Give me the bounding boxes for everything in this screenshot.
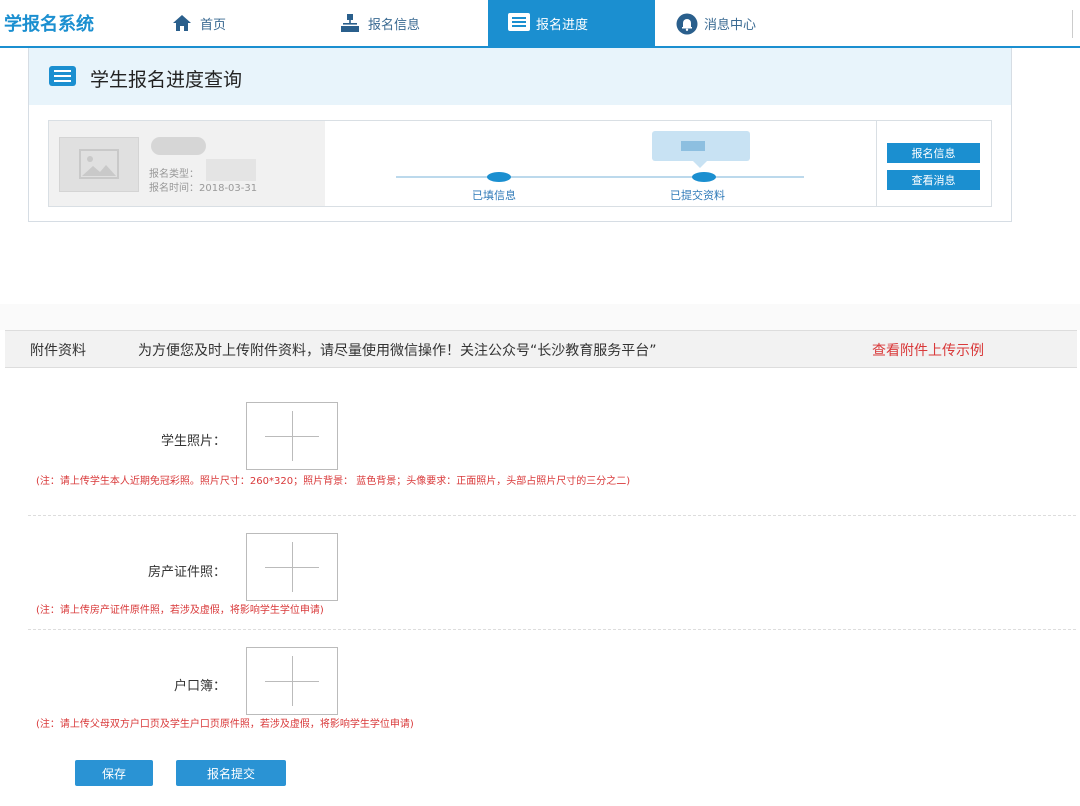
brand-title: 学报名系统 bbox=[4, 14, 94, 35]
list-settings-icon bbox=[49, 66, 76, 86]
sitemap-icon bbox=[340, 13, 360, 33]
upload-student-photo[interactable] bbox=[246, 402, 338, 470]
section-separator bbox=[0, 304, 1080, 330]
tooltip-arrow bbox=[693, 161, 707, 168]
field-label-student-photo: 学生照片： bbox=[160, 434, 226, 449]
student-name-blurred bbox=[151, 137, 206, 155]
list-icon bbox=[508, 13, 530, 33]
nav-label-registration-progress: 报名进度 bbox=[536, 17, 589, 33]
note-property-certificate: (注：请上传房产证件原件照，若涉及虚假，将影响学生学位申请) bbox=[36, 605, 324, 616]
image-icon bbox=[79, 149, 119, 179]
submit-registration-button[interactable]: 报名提交 bbox=[176, 760, 286, 786]
page-title: 学生报名进度查询 bbox=[90, 69, 243, 91]
nav-item-home[interactable]: 首页 bbox=[172, 0, 292, 46]
step-label-filled: 已填信息 bbox=[472, 189, 516, 202]
registration-type-blurred bbox=[206, 159, 256, 181]
registration-info-button[interactable]: 报名信息 bbox=[887, 143, 980, 163]
home-icon bbox=[172, 13, 192, 33]
nav-item-registration-info[interactable]: 报名信息 bbox=[340, 0, 480, 46]
field-label-property-certificate: 房产证件照： bbox=[147, 565, 226, 580]
upload-example-link[interactable]: 查看附件上传示例 bbox=[872, 340, 984, 360]
nav-label-message-center: 消息中心 bbox=[704, 17, 757, 33]
field-label-household-register: 户口簿： bbox=[173, 679, 226, 694]
nav-item-message-center[interactable]: 消息中心 bbox=[676, 0, 816, 46]
upload-property-certificate[interactable] bbox=[246, 533, 338, 601]
attachments-title: 附件资料 bbox=[30, 343, 86, 359]
step-dot-1 bbox=[487, 172, 511, 182]
upload-household-register[interactable] bbox=[246, 647, 338, 715]
field-divider-1 bbox=[28, 515, 1076, 516]
note-household-register: (注：请上传父母双方户口页及学生户口页原件照，若涉及虚假，将影响学生学位申请) bbox=[36, 719, 414, 730]
wechat-tip: 为方便您及时上传附件资料，请尽量使用微信操作！关注公众号“长沙教育服务平台” bbox=[138, 343, 657, 359]
step-dot-2 bbox=[692, 172, 716, 182]
nav-label-registration-info: 报名信息 bbox=[368, 17, 421, 33]
nav-divider bbox=[1072, 10, 1073, 38]
progress-track bbox=[396, 176, 804, 178]
view-messages-button[interactable]: 查看消息 bbox=[887, 170, 980, 190]
field-divider-2 bbox=[28, 629, 1076, 630]
tooltip-blurred-content bbox=[681, 141, 705, 151]
card-divider bbox=[876, 121, 877, 206]
note-student-photo: (注：请上传学生本人近期免冠彩照。照片尺寸：260*320；照片背景： 蓝色背景… bbox=[36, 476, 631, 487]
nav-item-registration-progress[interactable]: 报名进度 bbox=[488, 0, 655, 46]
student-photo-placeholder bbox=[59, 137, 139, 192]
registration-type-label: 报名类型： bbox=[149, 169, 199, 180]
bell-icon bbox=[676, 13, 698, 35]
step-label-submitted: 已提交资料 bbox=[670, 189, 725, 202]
nav-label-home: 首页 bbox=[200, 17, 227, 33]
save-button[interactable]: 保存 bbox=[75, 760, 153, 786]
registration-time: 报名时间：2018-03-31 bbox=[149, 183, 258, 194]
